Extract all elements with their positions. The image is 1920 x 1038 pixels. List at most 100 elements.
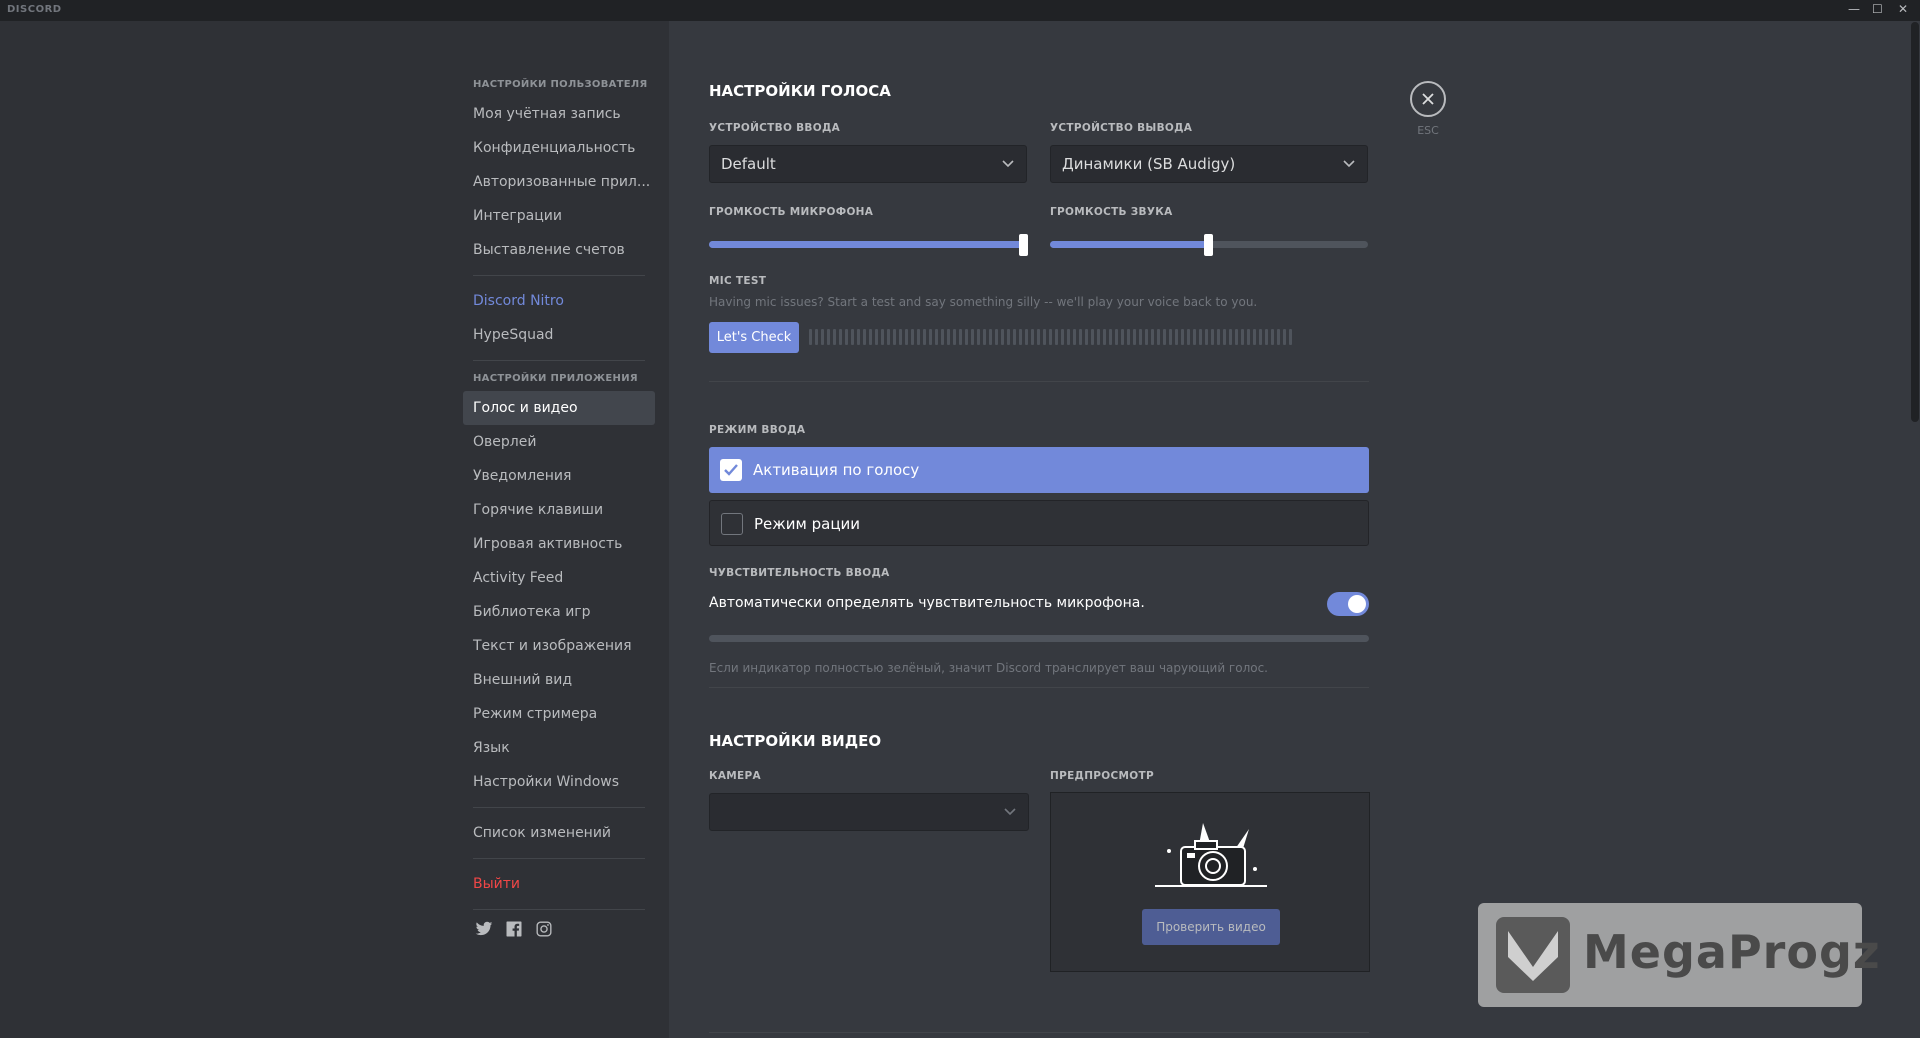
meter-bar — [827, 329, 830, 345]
meter-bar — [923, 329, 926, 345]
meter-bar — [1169, 329, 1172, 345]
sound-volume-handle[interactable] — [1204, 234, 1213, 256]
radio-voice-activity[interactable]: Активация по голосу — [709, 447, 1369, 493]
megaprogz-logo-icon — [1496, 917, 1570, 993]
nav-separator — [473, 360, 645, 361]
sound-volume-slider[interactable] — [1050, 234, 1368, 256]
meter-bar — [875, 329, 878, 345]
nav-keybinds[interactable]: Горячие клавиши — [463, 493, 655, 527]
maximize-button[interactable]: ☐ — [1872, 2, 1883, 16]
mic-volume-slider[interactable] — [709, 234, 1028, 256]
nav-text-images[interactable]: Текст и изображения — [463, 629, 655, 663]
close-settings-button[interactable] — [1410, 81, 1446, 117]
meter-bar — [893, 329, 896, 345]
user-settings-header: НАСТРОЙКИ ПОЛЬЗОВАТЕЛЯ — [473, 79, 648, 90]
sound-volume-label: ГРОМКОСТЬ ЗВУКА — [1050, 206, 1173, 218]
window-close-button[interactable]: ✕ — [1898, 2, 1908, 16]
video-preview: Проверить видео — [1050, 792, 1370, 972]
nav-game-activity[interactable]: Игровая активность — [463, 527, 655, 561]
meter-bar — [1127, 329, 1130, 345]
voice-settings-title: НАСТРОЙКИ ГОЛОСА — [709, 82, 891, 100]
nav-my-account[interactable]: Моя учётная запись — [463, 97, 655, 131]
meter-bar — [1229, 329, 1232, 345]
input-device-select[interactable]: Default — [709, 145, 1027, 183]
nav-windows-settings[interactable]: Настройки Windows — [463, 765, 655, 799]
nav-overlay[interactable]: Оверлей — [463, 425, 655, 459]
meter-bar — [845, 329, 848, 345]
twitter-icon[interactable] — [475, 920, 493, 938]
meter-bar — [1145, 329, 1148, 345]
meter-bar — [1253, 329, 1256, 345]
meter-bar — [1175, 329, 1178, 345]
input-device-label: УСТРОЙСТВО ВВОДА — [709, 122, 841, 134]
meter-bar — [815, 329, 818, 345]
nav-discord-nitro[interactable]: Discord Nitro — [463, 284, 655, 318]
push-to-talk-label: Режим рации — [754, 515, 861, 533]
checkbox-unchecked — [721, 513, 743, 535]
lets-check-button[interactable]: Let's Check — [709, 322, 799, 353]
app-settings-header: НАСТРОЙКИ ПРИЛОЖЕНИЯ — [473, 373, 638, 384]
camera-select[interactable] — [709, 793, 1029, 831]
nav-logout[interactable]: Выйти — [463, 867, 655, 901]
meter-bar — [1019, 329, 1022, 345]
nav-privacy[interactable]: Конфиденциальность — [463, 131, 655, 165]
mic-volume-fill — [709, 241, 1024, 248]
section-divider — [709, 381, 1369, 382]
check-icon — [724, 464, 738, 476]
meter-bar — [1187, 329, 1190, 345]
nav-integrations[interactable]: Интеграции — [463, 199, 655, 233]
nav-separator — [473, 858, 645, 859]
nav-language[interactable]: Язык — [463, 731, 655, 765]
watermark: MegaProgz — [1478, 903, 1880, 1007]
test-video-button[interactable]: Проверить видео — [1142, 909, 1280, 945]
chevron-down-icon — [1343, 160, 1355, 168]
meter-bar — [941, 329, 944, 345]
facebook-icon[interactable] — [505, 920, 523, 938]
meter-bar — [1211, 329, 1214, 345]
meter-bar — [1139, 329, 1142, 345]
nav-separator — [473, 909, 645, 910]
nav-authorized-apps[interactable]: Авторизованные прил... — [463, 165, 655, 199]
nav-billing[interactable]: Выставление счетов — [463, 233, 655, 267]
meter-bar — [911, 329, 914, 345]
meter-bar — [971, 329, 974, 345]
meter-bar — [1043, 329, 1046, 345]
meter-bar — [1151, 329, 1154, 345]
sensitivity-label: ЧУВСТВИТЕЛЬНОСТЬ ВВОДА — [709, 567, 890, 579]
meter-bar — [947, 329, 950, 345]
output-device-select[interactable]: Динамики (SB Audigy) — [1050, 145, 1368, 183]
chevron-down-icon — [1004, 808, 1016, 816]
meter-bar — [959, 329, 962, 345]
mic-test-label: MIC TEST — [709, 275, 767, 287]
nav-notifications[interactable]: Уведомления — [463, 459, 655, 493]
preview-label: ПРЕДПРОСМОТР — [1050, 770, 1154, 782]
meter-bar — [1199, 329, 1202, 345]
nav-hypesquad[interactable]: HypeSquad — [463, 318, 655, 352]
esc-label: ESC — [1417, 124, 1439, 137]
toggle-knob — [1348, 595, 1366, 613]
scrollbar[interactable] — [1911, 22, 1919, 422]
meter-bar — [1181, 329, 1184, 345]
nav-activity-feed[interactable]: Activity Feed — [463, 561, 655, 595]
camera-illustration-icon — [1155, 823, 1267, 887]
nav-separator — [473, 275, 645, 276]
watermark-text: MegaProgz — [1583, 925, 1881, 979]
meter-bar — [1067, 329, 1070, 345]
meter-bar — [1085, 329, 1088, 345]
meter-bar — [1193, 329, 1196, 345]
meter-bar — [965, 329, 968, 345]
nav-voice-video[interactable]: Голос и видео — [463, 391, 655, 425]
section-divider — [709, 687, 1369, 688]
meter-bar — [983, 329, 986, 345]
nav-streamer-mode[interactable]: Режим стримера — [463, 697, 655, 731]
meter-bar — [1163, 329, 1166, 345]
meter-bar — [995, 329, 998, 345]
mic-volume-handle[interactable] — [1018, 234, 1028, 256]
nav-game-library[interactable]: Библиотека игр — [463, 595, 655, 629]
auto-sensitivity-toggle[interactable] — [1327, 592, 1369, 616]
nav-changelog[interactable]: Список изменений — [463, 816, 655, 850]
minimize-button[interactable]: — — [1848, 2, 1860, 16]
radio-push-to-talk[interactable]: Режим рации — [709, 500, 1369, 546]
instagram-icon[interactable] — [535, 920, 553, 938]
nav-appearance[interactable]: Внешний вид — [463, 663, 655, 697]
